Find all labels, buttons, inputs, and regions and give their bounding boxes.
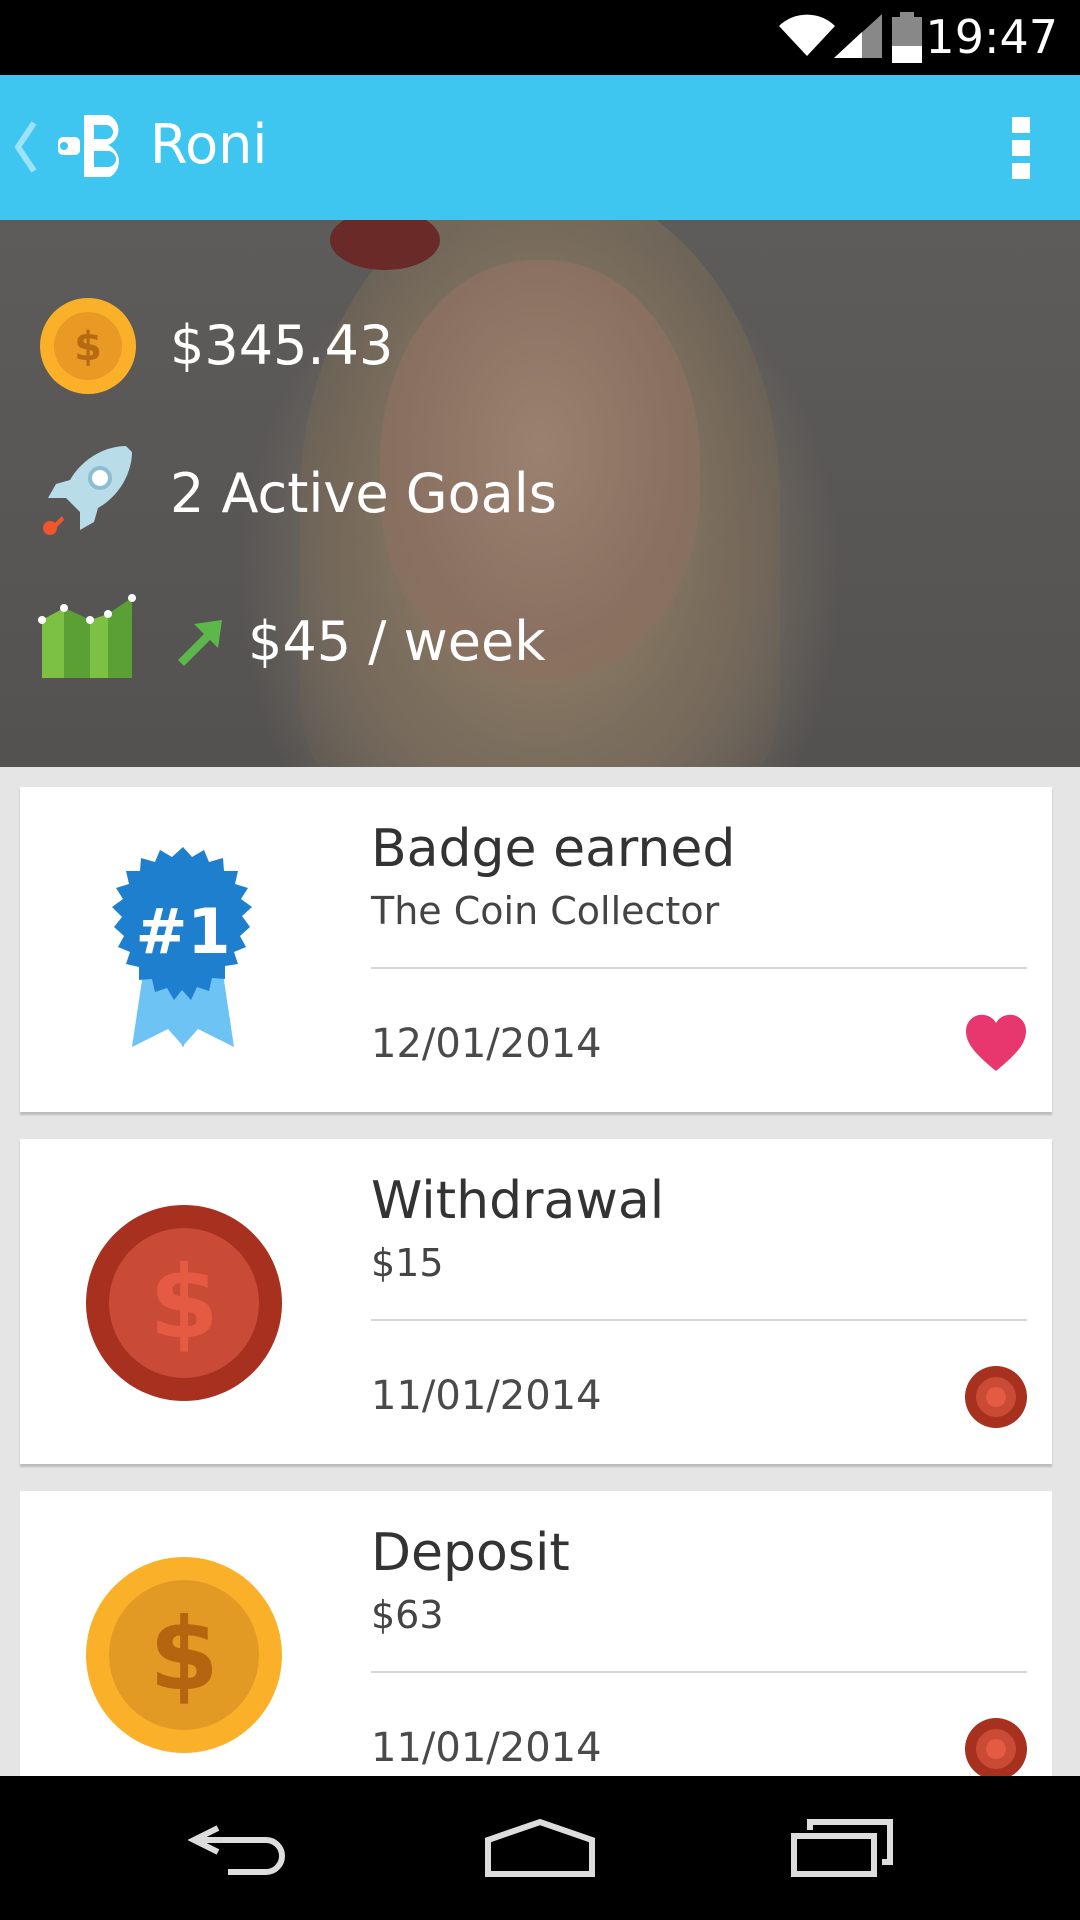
- dollar-coin-icon: $: [86, 1557, 282, 1753]
- card-date: 11/01/2014: [371, 1373, 602, 1419]
- wifi-icon: [779, 14, 835, 57]
- back-chevron-icon[interactable]: [12, 117, 38, 177]
- svg-text:$: $: [149, 1596, 219, 1713]
- goals-row[interactable]: 2 Active Goals: [0, 440, 1080, 550]
- app-bar: Roni: [0, 75, 1080, 220]
- card-date: 11/01/2014: [371, 1725, 602, 1771]
- rate-row: $45 / week: [0, 588, 1080, 698]
- feed-card-withdrawal[interactable]: $ Withdrawal $15 11/01/2014: [20, 1139, 1052, 1464]
- balance-value: $345.43: [170, 314, 394, 377]
- gold-coin-icon: $: [40, 298, 136, 394]
- card-title: Deposit: [371, 1523, 570, 1583]
- balance-row: $ $345.43: [0, 292, 1080, 402]
- dollar-coin-icon: $: [86, 1205, 282, 1401]
- svg-text:$: $: [74, 324, 102, 370]
- badge-rank-label: #1: [135, 895, 231, 968]
- feed-card-deposit[interactable]: $ Deposit $63 11/01/2014: [20, 1491, 1052, 1780]
- trend-up-arrow-icon: [178, 620, 222, 666]
- card-divider: [371, 1671, 1027, 1673]
- battery-icon: [892, 12, 922, 63]
- system-nav-bar: [0, 1776, 1080, 1920]
- card-title: Badge earned: [371, 819, 736, 879]
- card-subtitle: $15: [371, 1241, 444, 1285]
- card-divider: [371, 1319, 1027, 1321]
- app-logo-icon[interactable]: [56, 111, 136, 181]
- profile-hero: $ $345.43 2 Active Goals $45 / week: [0, 220, 1080, 767]
- feed-card-badge[interactable]: #1 Badge earned The Coin Collector 12/01…: [20, 787, 1052, 1112]
- goals-value: 2 Active Goals: [170, 462, 557, 525]
- card-divider: [371, 967, 1027, 969]
- back-icon[interactable]: [188, 1818, 292, 1878]
- growth-chart-icon: [38, 594, 136, 678]
- page-title: Roni: [150, 113, 268, 176]
- rocket-icon: [43, 446, 132, 535]
- card-title: Withdrawal: [371, 1171, 665, 1231]
- record-dot-icon[interactable]: [964, 1717, 1028, 1781]
- card-subtitle: $63: [371, 1593, 444, 1637]
- overflow-menu-icon[interactable]: [1010, 115, 1032, 181]
- card-date: 12/01/2014: [371, 1021, 602, 1067]
- heart-icon[interactable]: [964, 1013, 1028, 1073]
- record-dot-icon[interactable]: [964, 1365, 1028, 1429]
- rate-value: $45 / week: [248, 610, 546, 673]
- home-icon[interactable]: [484, 1818, 596, 1878]
- recent-apps-icon[interactable]: [790, 1818, 894, 1878]
- svg-text:$: $: [149, 1244, 219, 1361]
- card-subtitle: The Coin Collector: [371, 889, 720, 933]
- signal-icon: [834, 14, 882, 58]
- status-time: 19:47: [925, 10, 1058, 64]
- status-bar: 19:47: [0, 0, 1080, 75]
